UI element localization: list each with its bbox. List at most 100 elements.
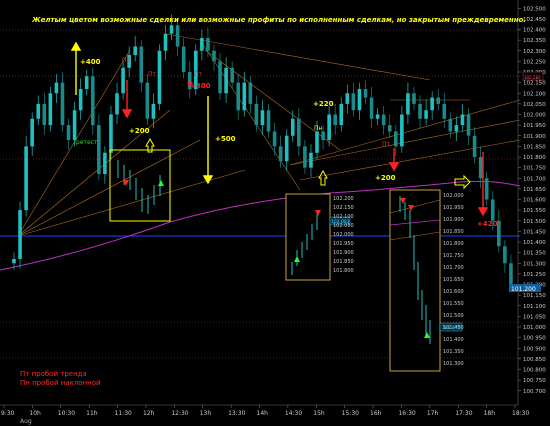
price-tick-label: 101.050 — [523, 314, 546, 320]
price-tick-label: 100.900 — [523, 346, 546, 352]
inset-box-3 — [389, 189, 441, 372]
inset-3-tick-label: 102.000 — [443, 193, 464, 199]
price-tick-label: 102.300 — [523, 49, 546, 55]
label-pt-2: Пт — [148, 71, 157, 78]
candle-body — [339, 103, 344, 126]
candle-body — [497, 220, 501, 247]
candle-body — [254, 103, 259, 126]
candle-body — [375, 114, 380, 119]
candle-body — [139, 46, 144, 83]
candle-body — [121, 67, 125, 94]
label-plus-500: +500 — [215, 135, 236, 143]
price-tick-label: 101.250 — [523, 272, 546, 278]
inset-3-ticks: 102.000 101.950 101.900 101.850 101.800 101.7… — [442, 193, 464, 367]
label-retest: ретест — [76, 139, 98, 146]
candle-body — [72, 110, 77, 140]
price-tick-label: 100.800 — [523, 368, 546, 374]
price-tick-label: 101.400 — [523, 240, 546, 246]
price-tick-label: 102.450 — [523, 17, 546, 23]
time-tick-label: 16h — [370, 410, 382, 417]
candle-body — [163, 33, 168, 51]
label-plus-220: +220 — [313, 100, 334, 108]
candle-body — [478, 157, 483, 179]
candlestick-chart: 102.200 102.150 102.100 102.050 102.000 101.9… — [0, 0, 550, 426]
inset-box-2 — [285, 193, 331, 281]
time-tick-label: 17h — [427, 410, 439, 417]
candle-body — [54, 82, 59, 94]
candle-body — [284, 135, 289, 162]
candle-body — [290, 118, 295, 136]
candle-body — [248, 82, 253, 104]
candle-body — [48, 93, 53, 126]
candle-body — [175, 25, 180, 47]
time-tick-label: 11h — [86, 410, 98, 417]
time-tick-label: 13h — [200, 410, 212, 417]
candle-body — [454, 125, 459, 132]
inset-3-tick-label: 101.350 — [443, 349, 464, 355]
candle-body — [151, 103, 156, 119]
inset-2-tick-label: 101.850 — [333, 259, 354, 265]
price-tick-label: 101.650 — [523, 187, 546, 193]
label-pt-3: Пт — [194, 71, 203, 78]
candle-body — [490, 199, 495, 221]
inset-2-tick-label: 102.200 — [333, 196, 354, 202]
label-plus-200-b: +200 — [375, 174, 396, 182]
candle-body — [157, 50, 162, 104]
candle-body — [466, 114, 471, 136]
price-tick-label: 102.100 — [523, 91, 546, 97]
time-tick-label: 14:30 — [285, 410, 302, 417]
candle-body — [297, 118, 301, 147]
candle-body — [345, 93, 350, 104]
candle-body — [18, 210, 22, 259]
candle-body — [509, 263, 513, 285]
candle-body — [333, 114, 337, 126]
candle-body — [260, 110, 265, 126]
candle-body — [24, 146, 28, 211]
price-tick-label: 102.500 — [523, 6, 546, 12]
candle-body — [400, 114, 404, 147]
inset-3-tick-label: 101.650 — [443, 277, 464, 283]
price-tick-label: 101.150 — [523, 293, 546, 299]
candle-body — [327, 114, 331, 140]
candle-body — [315, 131, 319, 153]
candle-body — [218, 61, 222, 94]
time-tick-label: 18:30 — [512, 410, 529, 417]
candle-body — [60, 82, 65, 126]
price-tick-label: 101.300 — [523, 261, 546, 267]
annotation-note: Желтым цветом возможные сделки или возмо… — [32, 16, 527, 24]
candle-body — [145, 82, 150, 119]
price-tick-label: 102.050 — [523, 102, 546, 108]
candle-body — [230, 67, 234, 83]
candle-body — [266, 110, 271, 132]
price-tick-label: 101.900 — [523, 134, 546, 140]
candle-body — [303, 146, 307, 168]
candle-body — [97, 125, 101, 174]
candle-body — [351, 93, 356, 111]
inset-3-tick-label: 101.550 — [443, 301, 464, 307]
time-tick-label: 9:30 — [1, 410, 15, 417]
candle-body — [200, 38, 204, 51]
time-tick-label: 16:30 — [398, 410, 415, 417]
date-label: Aug — [20, 418, 32, 425]
label-pn: Пн — [314, 125, 323, 132]
last-price-label: 101.200 — [511, 286, 536, 293]
inset-2-tick-label: 101.950 — [333, 241, 354, 247]
price-tick-label: 100.750 — [523, 378, 546, 384]
time-tick-label: 13:30 — [228, 410, 245, 417]
price-tick-label: 101.850 — [523, 144, 546, 150]
legend-pn: Пн пробой наклонной — [20, 379, 101, 387]
price-tick-label: 101.950 — [523, 123, 546, 129]
candle-body — [42, 103, 47, 126]
level-marker-label: 102.283 — [524, 75, 541, 80]
candle-body — [363, 89, 368, 98]
price-tick-label: 100.950 — [523, 336, 546, 342]
candle-body — [181, 46, 186, 72]
price-tick-label: 102.250 — [523, 59, 546, 65]
candle-body — [212, 50, 216, 62]
inset-2-tick-label: 102.000 — [333, 232, 354, 238]
inset-3-tick-label: 101.400 — [443, 337, 464, 343]
candle-body — [393, 131, 398, 147]
candle-body — [430, 97, 434, 111]
candle-body — [30, 118, 34, 147]
price-tick-label: 102.400 — [523, 28, 546, 34]
